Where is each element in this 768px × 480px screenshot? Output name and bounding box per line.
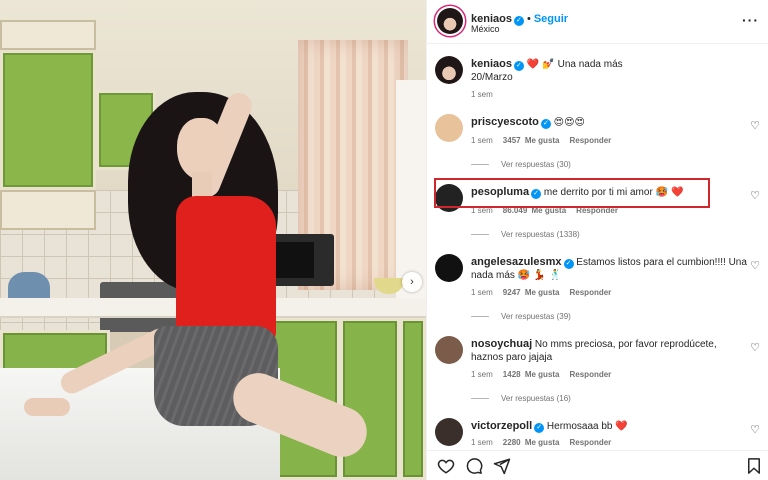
verified-badge-icon: ✓ [513, 16, 524, 26]
reply-button[interactable]: Responder [570, 288, 612, 297]
comment-likes-label[interactable]: Me gusta [525, 288, 560, 297]
comment-time[interactable]: 1 sem [471, 438, 493, 447]
comment-username[interactable]: priscyescoto [471, 116, 539, 128]
view-replies-button[interactable]: Ver respuestas (1338) [471, 230, 580, 239]
comment-highlight-box [434, 178, 710, 208]
comment-body: victorzepoll ✓ Hermosaaa bb ❤️ [471, 420, 749, 433]
photo-window [396, 80, 426, 300]
heart-icon[interactable] [437, 457, 455, 475]
verified-badge-icon: ✓ [513, 61, 524, 71]
commenter-avatar[interactable] [435, 336, 463, 364]
comment-likes-label[interactable]: Me gusta [525, 370, 560, 379]
photo-lower-cabinet-3 [400, 318, 426, 480]
comment-likes-count[interactable]: 3457 [503, 136, 521, 145]
heart-icon[interactable]: ♡ [749, 342, 761, 354]
follow-button[interactable]: Seguir [534, 13, 568, 25]
heart-icon[interactable]: ♡ [749, 424, 761, 436]
commenter-avatar[interactable] [435, 418, 463, 446]
comment-time[interactable]: 1 sem [471, 370, 493, 379]
verified-badge-icon: ✓ [563, 259, 574, 269]
comment-body: nosoychuaj No mms preciosa, por favor re… [471, 338, 749, 364]
photo-shelf-bottom [0, 190, 96, 230]
heart-icon[interactable]: ♡ [749, 120, 761, 132]
reply-button[interactable]: Responder [570, 370, 612, 379]
caption-body: keniaos ✓ ❤️ 💅 Una nada más 20/Marzo [471, 58, 749, 84]
commenter-avatar[interactable] [435, 114, 463, 142]
more-options-icon[interactable]: ··· [742, 12, 759, 28]
comment-body: angelesazulesmx ✓ Estamos listos para el … [471, 256, 749, 282]
comment-username[interactable]: angelesazulesmx [471, 256, 562, 268]
photo-microwave [270, 234, 334, 286]
view-replies-button[interactable]: Ver respuestas (16) [471, 394, 571, 403]
photo-shelf-top [0, 20, 96, 50]
commenter-avatar[interactable] [435, 254, 463, 282]
bookmark-icon[interactable] [745, 457, 763, 475]
photo-face [177, 118, 225, 180]
verified-badge-icon: ✓ [534, 423, 545, 433]
comment-likes-count[interactable]: 2280 [503, 438, 521, 447]
comment-likes-count[interactable]: 9247 [503, 288, 521, 297]
verified-badge-icon: ✓ [540, 119, 551, 129]
post-side-panel: keniaos ✓ • Seguir México ··· keniaos ✓ ❤️ 💅… [426, 0, 768, 480]
reply-button[interactable]: Responder [570, 438, 612, 447]
comment-time[interactable]: 1 sem [471, 288, 493, 297]
post-header: keniaos ✓ • Seguir México ··· [427, 0, 768, 44]
comment-time[interactable]: 1 sem [471, 136, 493, 145]
caption-author[interactable]: keniaos [471, 58, 512, 70]
reply-button[interactable]: Responder [570, 136, 612, 145]
heart-icon[interactable]: ♡ [749, 190, 761, 202]
chevron-right-icon[interactable]: › [402, 272, 422, 292]
photo-hand [24, 398, 70, 416]
caption-author-avatar[interactable] [435, 56, 463, 84]
caption-emojis: ❤️ 💅 [526, 59, 555, 70]
comment-username[interactable]: victorzepoll [471, 420, 532, 432]
comment-text: Hermosaaa bb [546, 421, 613, 432]
photo-red-top [176, 196, 276, 346]
comment-likes-count[interactable]: 1428 [503, 370, 521, 379]
caption-time[interactable]: 1 sem [471, 90, 493, 99]
share-icon[interactable] [493, 457, 511, 475]
comment-emojis: 🥵 💃 🕺 [517, 270, 562, 281]
separator-dot: • [526, 13, 531, 25]
comment-likes-label[interactable]: Me gusta [525, 438, 560, 447]
comment-body: priscyescoto ✓ 😍😍😍 [471, 116, 749, 129]
comment-meta: 1 sem 2280 Me gusta Responder [471, 438, 611, 447]
comment-emojis: ❤️ [615, 421, 628, 432]
comment-icon[interactable] [465, 457, 483, 475]
post-photo[interactable]: › [0, 0, 426, 480]
view-replies-button[interactable]: Ver respuestas (39) [471, 312, 571, 321]
comment-meta: 1 sem 1428 Me gusta Responder [471, 370, 611, 379]
caption-text: Una nada más [557, 59, 623, 70]
comment-meta: 1 sem 9247 Me gusta Responder [471, 288, 611, 297]
caption-date: 20/Marzo [471, 72, 513, 83]
view-replies-button[interactable]: Ver respuestas (30) [471, 160, 571, 169]
photo-upper-cabinet-left [0, 50, 96, 190]
heart-icon[interactable]: ♡ [749, 260, 761, 272]
comment-likes-label[interactable]: Me gusta [525, 136, 560, 145]
post-actions-bar [427, 450, 768, 480]
comment-username[interactable]: nosoychuaj [471, 338, 532, 350]
caption-meta: 1 sem [471, 90, 493, 99]
author-avatar[interactable] [437, 8, 463, 34]
post-location[interactable]: México [471, 24, 500, 34]
comment-text: 😍😍😍 [553, 117, 585, 128]
comment-meta: 1 sem 3457 Me gusta Responder [471, 136, 611, 145]
